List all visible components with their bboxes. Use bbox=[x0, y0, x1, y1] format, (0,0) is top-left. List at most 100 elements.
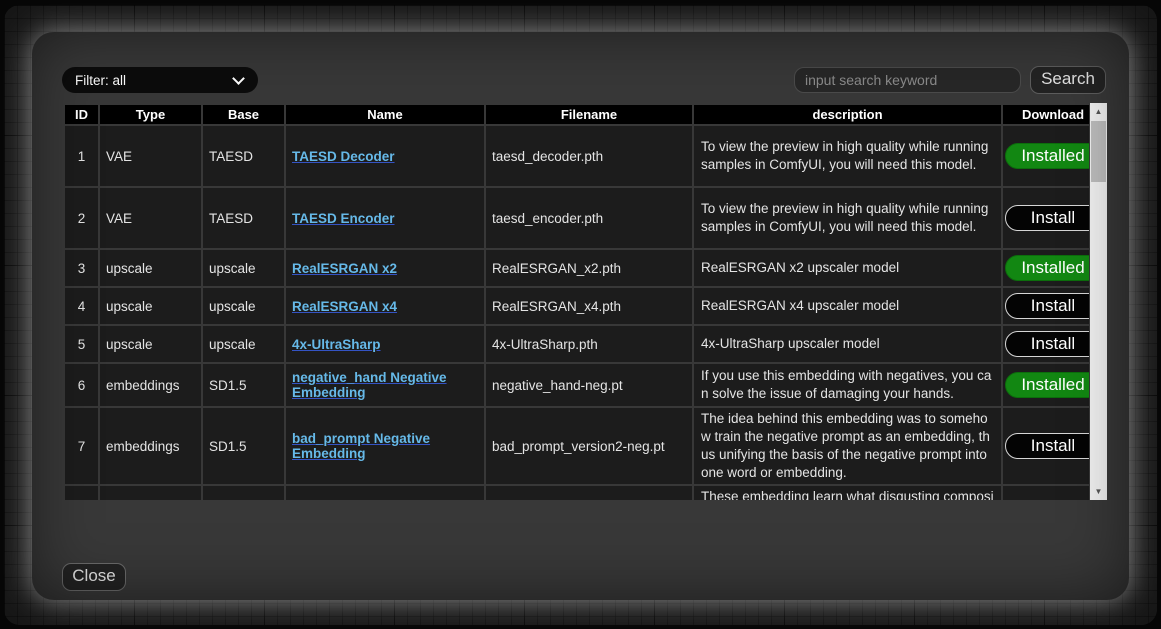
cell-id: 1 bbox=[65, 126, 98, 186]
cell-name: negative_hand Negative Embedding bbox=[286, 364, 484, 406]
cell-filename: RealESRGAN_x2.pth bbox=[486, 250, 692, 286]
cell-filename bbox=[486, 486, 692, 500]
cell-download: Install bbox=[1003, 288, 1089, 324]
column-header-type: Type bbox=[100, 105, 201, 124]
model-name-link[interactable]: RealESRGAN x2 bbox=[292, 261, 397, 276]
cell-name: TAESD Decoder bbox=[286, 126, 484, 186]
model-name-link[interactable]: 4x-UltraSharp bbox=[292, 337, 381, 352]
column-header-id: ID bbox=[65, 105, 98, 124]
cell-filename: bad_prompt_version2-neg.pt bbox=[486, 408, 692, 484]
table-scrollbar[interactable]: ▲ ▼ bbox=[1090, 103, 1107, 500]
cell-type: VAE bbox=[100, 188, 201, 248]
table-row: 6embeddingsSD1.5 negative_hand Negative E… bbox=[65, 364, 1089, 406]
table-row: 2VAETAESD TAESD Encoder taesd_encoder.pthT… bbox=[65, 188, 1089, 248]
cell-name: RealESRGAN x4 bbox=[286, 288, 484, 324]
cell-id: 4 bbox=[65, 288, 98, 324]
cell-description: RealESRGAN x4 upscaler model bbox=[694, 288, 1001, 324]
filter-select[interactable]: Filter: all bbox=[62, 67, 258, 93]
cell-type bbox=[100, 486, 201, 500]
table-row: 1VAETAESD TAESD Decoder taesd_decoder.pthT… bbox=[65, 126, 1089, 186]
models-table: IDTypeBaseNameFilenamedescriptionDownloa… bbox=[63, 103, 1089, 500]
table-header-row: IDTypeBaseNameFilenamedescriptionDownloa… bbox=[65, 105, 1089, 124]
cell-type: upscale bbox=[100, 250, 201, 286]
cell-filename: RealESRGAN_x4.pth bbox=[486, 288, 692, 324]
cell-base: SD1.5 bbox=[203, 364, 284, 406]
column-header-description: description bbox=[694, 105, 1001, 124]
close-button[interactable]: Close bbox=[62, 563, 126, 591]
models-table-container: IDTypeBaseNameFilenamedescriptionDownloa… bbox=[63, 103, 1089, 500]
cell-type: embeddings bbox=[100, 408, 201, 484]
scrollbar-up-icon[interactable]: ▲ bbox=[1090, 103, 1107, 120]
table-row: 7embeddingsSD1.5 bad_prompt Negative Embe… bbox=[65, 408, 1089, 484]
model-name-link[interactable]: TAESD Decoder bbox=[292, 149, 395, 164]
table-row: These embedding learn what disgusting co… bbox=[65, 486, 1089, 500]
installed-button[interactable]: Installed bbox=[1005, 372, 1089, 398]
column-header-base: Base bbox=[203, 105, 284, 124]
column-header-filename: Filename bbox=[486, 105, 692, 124]
scrollbar-thumb[interactable] bbox=[1091, 121, 1106, 182]
model-name-link[interactable]: negative_hand Negative Embedding bbox=[292, 370, 447, 400]
filter-select-value: Filter: all bbox=[62, 73, 234, 88]
cell-base: upscale bbox=[203, 250, 284, 286]
cell-base bbox=[203, 486, 284, 500]
cell-name: bad_prompt Negative Embedding bbox=[286, 408, 484, 484]
cell-description: The idea behind this embedding was to so… bbox=[694, 408, 1001, 484]
cell-filename: taesd_decoder.pth bbox=[486, 126, 692, 186]
install-button[interactable]: Install bbox=[1005, 205, 1089, 231]
cell-download: Installed bbox=[1003, 364, 1089, 406]
model-name-link[interactable]: RealESRGAN x4 bbox=[292, 299, 397, 314]
search-button[interactable]: Search bbox=[1030, 66, 1106, 94]
cell-description: 4x-UltraSharp upscaler model bbox=[694, 326, 1001, 362]
scrollbar-down-icon[interactable]: ▼ bbox=[1090, 483, 1107, 500]
cell-description: To view the preview in high quality whil… bbox=[694, 188, 1001, 248]
cell-base: upscale bbox=[203, 288, 284, 324]
table-row: 5upscaleupscale4x-UltraSharp4x-UltraShar… bbox=[65, 326, 1089, 362]
chevron-down-icon bbox=[232, 72, 245, 85]
cell-id: 6 bbox=[65, 364, 98, 406]
model-name-link[interactable]: bad_prompt Negative Embedding bbox=[292, 431, 430, 461]
search-input[interactable] bbox=[794, 67, 1021, 93]
cell-description: RealESRGAN x2 upscaler model bbox=[694, 250, 1001, 286]
cell-filename: taesd_encoder.pth bbox=[486, 188, 692, 248]
cell-filename: 4x-UltraSharp.pth bbox=[486, 326, 692, 362]
cell-id: 3 bbox=[65, 250, 98, 286]
install-button[interactable]: Install bbox=[1005, 293, 1089, 319]
installed-button[interactable]: Installed bbox=[1005, 143, 1089, 169]
cell-id bbox=[65, 486, 98, 500]
cell-download: Install bbox=[1003, 188, 1089, 248]
cell-id: 5 bbox=[65, 326, 98, 362]
cell-download: Installed bbox=[1003, 126, 1089, 186]
installed-button[interactable]: Installed bbox=[1005, 255, 1089, 281]
cell-download bbox=[1003, 486, 1089, 500]
install-button[interactable]: Install bbox=[1005, 331, 1089, 357]
cell-name: TAESD Encoder bbox=[286, 188, 484, 248]
cell-download: Install bbox=[1003, 326, 1089, 362]
cell-type: embeddings bbox=[100, 364, 201, 406]
cell-type: upscale bbox=[100, 326, 201, 362]
cell-name: 4x-UltraSharp bbox=[286, 326, 484, 362]
cell-base: SD1.5 bbox=[203, 408, 284, 484]
cell-type: upscale bbox=[100, 288, 201, 324]
column-header-name: Name bbox=[286, 105, 484, 124]
cell-id: 7 bbox=[65, 408, 98, 484]
cell-type: VAE bbox=[100, 126, 201, 186]
cell-description: To view the preview in high quality whil… bbox=[694, 126, 1001, 186]
cell-name bbox=[286, 486, 484, 500]
column-header-download: Download bbox=[1003, 105, 1089, 124]
table-row: 4upscaleupscaleRealESRGAN x4RealESRGAN_x… bbox=[65, 288, 1089, 324]
model-manager-dialog: Filter: all Search IDTypeBaseNameFilenam… bbox=[32, 32, 1129, 600]
screen: Filter: all Search IDTypeBaseNameFilenam… bbox=[0, 0, 1161, 629]
cell-base: TAESD bbox=[203, 126, 284, 186]
cell-base: TAESD bbox=[203, 188, 284, 248]
cell-download: Install bbox=[1003, 408, 1089, 484]
table-row: 3upscaleupscaleRealESRGAN x2RealESRGAN_x… bbox=[65, 250, 1089, 286]
model-name-link[interactable]: TAESD Encoder bbox=[292, 211, 395, 226]
cell-description: If you use this embedding with negatives… bbox=[694, 364, 1001, 406]
cell-base: upscale bbox=[203, 326, 284, 362]
cell-name: RealESRGAN x2 bbox=[286, 250, 484, 286]
cell-id: 2 bbox=[65, 188, 98, 248]
install-button[interactable]: Install bbox=[1005, 433, 1089, 459]
cell-description: These embedding learn what disgusting co… bbox=[694, 486, 1001, 500]
cell-download: Installed bbox=[1003, 250, 1089, 286]
cell-filename: negative_hand-neg.pt bbox=[486, 364, 692, 406]
